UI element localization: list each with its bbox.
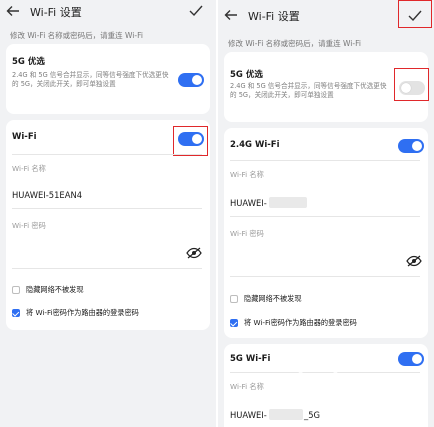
wifi-name-field[interactable]: HUAWEI-: [230, 198, 267, 208]
redacted-block: [269, 197, 307, 208]
hide-network-label: 隐藏网络不被发现: [26, 285, 84, 294]
hide-network-checkbox[interactable]: [230, 295, 238, 303]
optimize-card: 5G 优选 2.4G 和 5G 信号合并显示，同等信号强度下优选更快的 5G，关…: [224, 52, 429, 122]
left-settings-panel: Wi-Fi 设置 修改 Wi-Fi 名称或密码后，请重连 Wi-Fi 5G 优选…: [0, 0, 216, 427]
highlight-box: [173, 126, 208, 156]
optimize-description: 2.4G 和 5G 信号合并显示，同等信号强度下优选更快的 5G，关闭此开关，即…: [12, 71, 169, 88]
wifi-24g-toggle[interactable]: [398, 139, 424, 153]
wifi-password-label: Wi-Fi 密码: [230, 229, 264, 238]
eye-hidden-icon[interactable]: [406, 255, 422, 267]
reconnect-hint: 修改 Wi-Fi 名称或密码后，请重连 Wi-Fi: [10, 31, 143, 40]
router-logo-icon: [295, 362, 341, 408]
use-as-admin-password-label: 将 Wi-Fi密码作为路由器的登录密码: [244, 318, 357, 327]
wifi-name-field[interactable]: HUAWEI-51EAN4: [12, 190, 82, 200]
optimize-description: 2.4G 和 5G 信号合并显示，同等信号强度下优选更快的 5G，关闭此开关，即…: [230, 82, 387, 99]
hide-network-checkbox[interactable]: [12, 286, 20, 294]
divider: [230, 160, 420, 161]
back-arrow-icon[interactable]: [224, 8, 238, 22]
wifi-title: Wi-Fi: [12, 132, 37, 142]
page-title: Wi-Fi 设置: [248, 10, 300, 23]
divider: [12, 154, 202, 155]
confirm-check-icon[interactable]: [188, 4, 204, 18]
watermark-subtext: luyouqi.com: [347, 396, 412, 404]
divider: [230, 216, 420, 217]
wifi-password-label: Wi-Fi 密码: [12, 221, 46, 230]
hide-network-label: 隐藏网络不被发现: [244, 294, 302, 303]
wifi-name-label: Wi-Fi 名称: [230, 382, 264, 391]
use-as-admin-password-checkbox[interactable]: [12, 309, 20, 317]
wifi-5g-name-prefix: HUAWEI-: [230, 410, 267, 420]
wifi-card: Wi-Fi Wi-Fi 名称 HUAWEI-51EAN4 Wi-Fi 密码 隐藏…: [6, 120, 210, 330]
highlight-box: [394, 68, 429, 101]
optimize-title: 5G 优选: [12, 57, 45, 67]
use-as-admin-password-label: 将 Wi-Fi密码作为路由器的登录密码: [26, 308, 139, 317]
page-title: Wi-Fi 设置: [30, 6, 82, 19]
wifi-24g-card: 2.4G Wi-Fi Wi-Fi 名称 HUAWEI- Wi-Fi 密码 隐藏网…: [224, 128, 428, 338]
optimize-title: 5G 优选: [230, 70, 263, 80]
back-arrow-icon[interactable]: [6, 4, 20, 18]
divider: [12, 208, 202, 209]
site-watermark: 路由器 luyouqi.com: [295, 360, 427, 412]
divider: [12, 268, 202, 269]
wifi-24g-title: 2.4G Wi-Fi: [230, 140, 280, 150]
highlight-box: [398, 0, 432, 28]
wifi-5g-title: 5G Wi-Fi: [230, 354, 271, 364]
use-as-admin-password-checkbox[interactable]: [230, 319, 238, 327]
header-bar: Wi-Fi 设置: [218, 0, 434, 30]
reconnect-hint: 修改 Wi-Fi 名称或密码后，请重连 Wi-Fi: [228, 39, 361, 48]
wifi-name-label: Wi-Fi 名称: [12, 164, 46, 173]
header-bar: Wi-Fi 设置: [0, 2, 216, 26]
optimize-card: 5G 优选 2.4G 和 5G 信号合并显示，同等信号强度下优选更快的 5G，关…: [6, 44, 210, 114]
optimize-toggle[interactable]: [178, 73, 204, 87]
eye-hidden-icon[interactable]: [186, 247, 202, 259]
wifi-name-label: Wi-Fi 名称: [230, 170, 264, 179]
divider: [230, 276, 420, 277]
